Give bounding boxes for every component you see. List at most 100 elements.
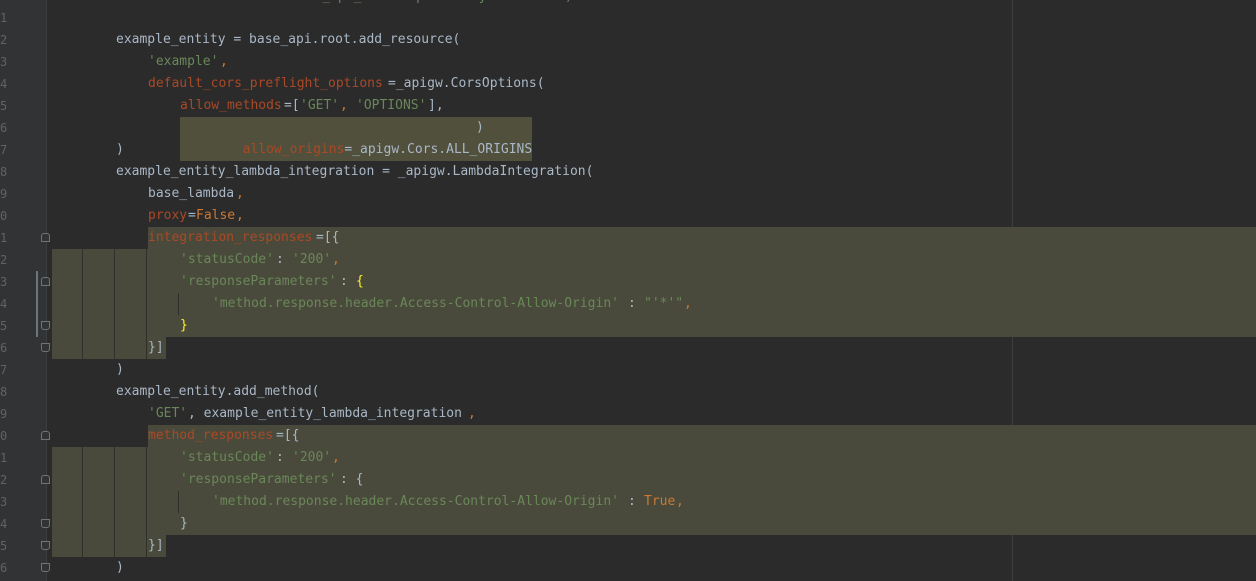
fold-toggle[interactable] (41, 431, 50, 440)
editor-gutter[interactable]: 1 2 3 4 5 6 7 8 9 0 1 2 3 4 5 6 7 8 9 0 … (0, 0, 50, 581)
line-number: 2 (0, 473, 8, 487)
line-number: 6 (0, 121, 8, 135)
line-number: 3 (0, 275, 8, 289)
line-number: 0 (0, 429, 8, 443)
code-token: }] (148, 337, 166, 359)
code-token: , (676, 494, 684, 509)
line-number: 4 (0, 297, 8, 311)
code-token: 'statusCode' (180, 252, 274, 267)
line-number-row: 2 (0, 249, 46, 271)
code-line[interactable]: ) (52, 359, 1256, 381)
fold-toggle[interactable] (41, 541, 50, 550)
code-line[interactable]: method_responses =[{ (52, 425, 1256, 447)
code-line[interactable]: }] (52, 337, 1256, 359)
line-number: 6 (0, 341, 8, 355)
code-line[interactable]: ) (52, 557, 1256, 579)
code-token: integration_responses (148, 230, 313, 245)
code-editor[interactable]: 1 2 3 4 5 6 7 8 9 0 1 2 3 4 5 6 7 8 9 0 … (0, 0, 1256, 581)
line-number: 0 (0, 209, 8, 223)
code-token: example_entity.add_method( (116, 384, 320, 399)
line-number-row: 5 (0, 535, 50, 557)
code-token: "'*'" (644, 296, 684, 311)
code-token: default_cors_preflight_options (148, 76, 383, 91)
line-number-row: 8 (0, 381, 46, 403)
fold-toggle[interactable] (41, 475, 50, 484)
code-token: True (644, 494, 676, 509)
code-line[interactable]: allow_origins=_apigw.Cors.ALL_ORIGINS ) (52, 117, 1256, 161)
code-token: : (276, 252, 292, 267)
fold-toggle[interactable] (41, 343, 50, 352)
code-line[interactable]: root_api_name='ApiGatewayRIServers') (52, 0, 1256, 8)
line-number-row: 7 (0, 359, 46, 381)
code-line[interactable]: 'responseParameters' : { (52, 469, 1256, 491)
code-line[interactable]: 'statusCode' : '200' , (52, 249, 1256, 271)
code-line[interactable]: example_entity = base_api.root.add_resou… (52, 29, 1256, 51)
line-number: 2 (0, 253, 8, 267)
code-line[interactable]: proxy = False , (52, 205, 1256, 227)
code-token: '200' (292, 450, 332, 465)
code-line[interactable]: example_entity_lambda_integration = _api… (52, 161, 1256, 183)
code-line[interactable]: base_lambda , (52, 183, 1256, 205)
code-line[interactable]: 'example' , (52, 51, 1256, 73)
code-token: } (180, 318, 188, 333)
code-token: 'responseParameters' (180, 472, 337, 487)
code-token: allow_methods (180, 98, 282, 113)
code-token: ) (116, 362, 124, 377)
line-number: 3 (0, 55, 8, 69)
code-line[interactable]: } (52, 513, 1256, 535)
line-number-row: 2 (0, 469, 50, 491)
line-number-row: 6 (0, 557, 50, 579)
code-line[interactable]: } (52, 315, 1256, 337)
line-number-row: 3 (0, 51, 46, 73)
code-line[interactable]: 'statusCode' : '200' , (52, 447, 1256, 469)
line-number: 1 (0, 11, 8, 25)
code-token: , (236, 208, 244, 223)
line-number: 7 (0, 143, 8, 157)
code-token: 'OPTIONS' (356, 98, 427, 113)
fold-toggle[interactable] (41, 233, 50, 242)
line-number-row: 1 (0, 7, 46, 29)
code-line[interactable]: default_cors_preflight_options =_apigw.C… (52, 73, 1256, 95)
line-number: 3 (0, 495, 8, 509)
code-token: , (236, 186, 244, 201)
line-number-row: 6 (0, 117, 46, 139)
code-token: 'method.response.header.Access-Control-A… (212, 296, 619, 311)
line-number: 5 (0, 319, 8, 333)
fold-toggle[interactable] (41, 321, 50, 330)
fold-toggle[interactable] (41, 563, 50, 572)
line-number-row: 4 (0, 73, 46, 95)
code-token: ) (116, 560, 124, 575)
code-line[interactable]: integration_responses =[{ (52, 227, 1256, 249)
fold-toggle[interactable] (41, 519, 50, 528)
code-line[interactable]: allow_methods =[ 'GET' , 'OPTIONS' ], (52, 95, 1256, 117)
line-number-row: 8 (0, 161, 46, 183)
vcs-change-marker[interactable] (36, 271, 38, 337)
code-token: , (468, 406, 476, 421)
code-line[interactable]: }] (52, 535, 1256, 557)
line-number-row: 9 (0, 403, 46, 425)
line-number-row: 5 (0, 315, 50, 337)
line-number-row: 0 (0, 425, 50, 447)
code-line[interactable]: 'responseParameters' : { (52, 271, 1256, 293)
code-token: ) (476, 120, 484, 135)
code-token: '200' (292, 252, 332, 267)
code-token: ], (428, 98, 444, 113)
code-line[interactable]: 'method.response.header.Access-Control-A… (52, 491, 1256, 513)
code-token: , example_entity_lambda_integration (188, 406, 462, 421)
line-number: 9 (0, 407, 8, 421)
code-line[interactable]: ) (52, 139, 1256, 161)
line-number: 6 (0, 561, 8, 575)
code-token: = (188, 208, 196, 223)
code-area[interactable]: root_api_name='ApiGatewayRIServers') exa… (52, 0, 1256, 581)
line-number: 1 (0, 451, 8, 465)
line-number-row: 4 (0, 293, 46, 315)
code-token: base_lambda (148, 186, 235, 201)
code-line[interactable]: example_entity.add_method( (52, 381, 1256, 403)
code-line[interactable]: 'GET' , example_entity_lambda_integratio… (52, 403, 1256, 425)
line-number-row: 6 (0, 337, 50, 359)
line-number: 8 (0, 385, 8, 399)
line-number: 5 (0, 539, 8, 553)
fold-toggle[interactable] (41, 277, 50, 286)
line-number: 1 (0, 231, 8, 245)
code-line[interactable]: 'method.response.header.Access-Control-A… (52, 293, 1256, 315)
